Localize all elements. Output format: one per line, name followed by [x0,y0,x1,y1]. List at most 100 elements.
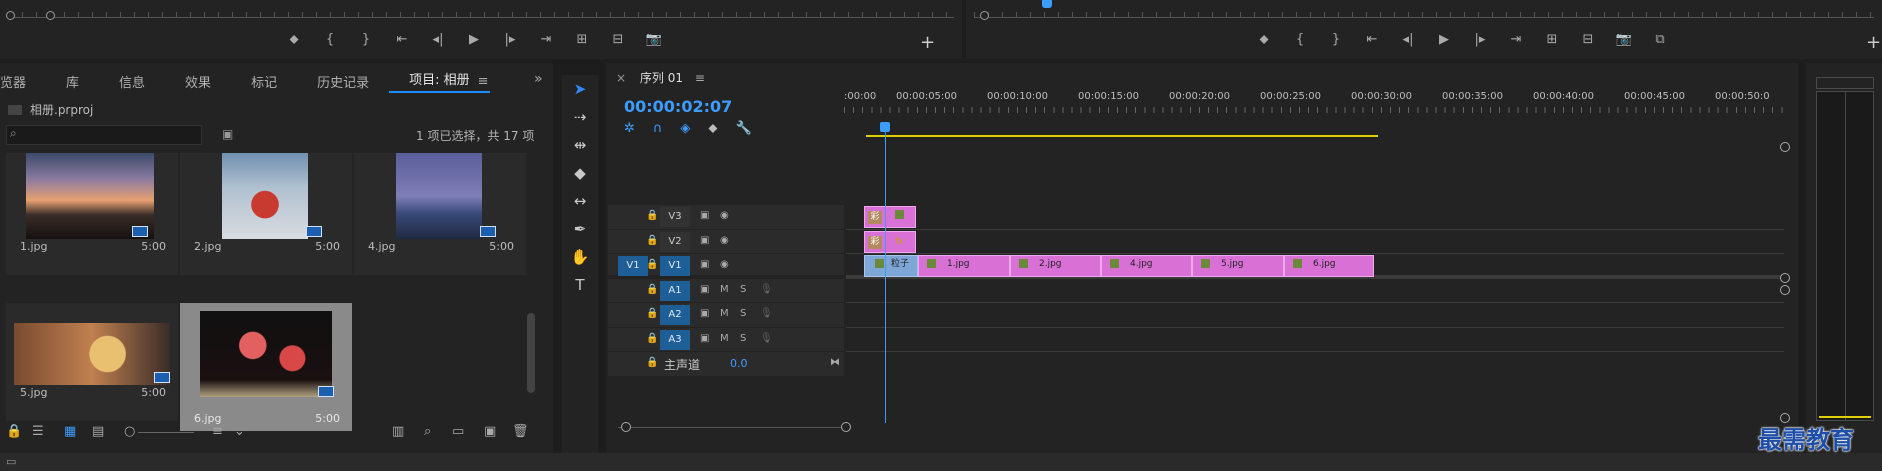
sync-lock-icon[interactable]: ▣ [700,333,709,344]
video-scroll-handle[interactable] [1780,142,1790,152]
tab-effects[interactable]: 效果 [165,72,231,91]
linked-selection-icon[interactable]: ◈ [680,121,690,136]
sync-lock-icon[interactable]: ▣ [700,210,709,221]
automate-to-sequence-icon[interactable]: ▥ [392,424,404,439]
sort-icon[interactable]: ≡ [212,424,223,439]
program-scrub-bar[interactable] [974,10,1874,18]
clip-v1-4jpg[interactable]: 4.jpg [1101,255,1192,277]
zoom-slider-track[interactable] [138,432,194,433]
go-to-out-icon[interactable]: ⇥ [1498,32,1534,47]
video-scroll-handle-bottom[interactable] [1780,273,1790,283]
track-name[interactable]: A1 [660,280,690,301]
add-marker-icon[interactable]: ⬥ [276,32,312,47]
mute-button[interactable]: M [720,308,729,319]
tab-media-browser[interactable]: 览器 [0,72,46,91]
type-tool-icon[interactable]: T [562,271,598,299]
eye-icon[interactable]: ◉ [720,210,729,221]
find-icon[interactable]: ⌕ [424,424,431,439]
step-back-icon[interactable]: ◂| [1390,32,1426,47]
track-select-tool-icon[interactable]: ⇢ [562,103,598,131]
mark-out-icon[interactable]: } [348,32,384,47]
source-in-handle[interactable] [6,11,15,20]
clip-v3[interactable]: 彩 [864,206,916,228]
track-name[interactable]: A3 [660,329,690,350]
time-ruler[interactable]: :00:00 00:00:05:00 00:00:10:00 00:00:15:… [844,91,1784,115]
step-forward-icon[interactable]: |▸ [1462,32,1498,47]
lift-icon[interactable]: ⊞ [1534,32,1570,47]
work-area-bar[interactable] [866,135,1378,137]
clip-v1-1jpg[interactable]: 1.jpg [918,255,1010,277]
solo-button[interactable]: S [740,308,746,319]
overwrite-icon[interactable]: ⊟ [600,32,636,47]
media-item[interactable]: 5.jpg 5:00 [6,303,178,421]
zoom-left-handle[interactable] [621,422,631,432]
tab-markers[interactable]: 标记 [231,72,297,91]
lock-icon[interactable]: 🔒 [646,235,658,246]
new-search-bin-icon[interactable]: ▣ [222,127,233,141]
panel-overflow-icon[interactable]: » [534,71,543,87]
media-item[interactable]: 1.jpg 5:00 [6,153,178,275]
media-item[interactable]: 4.jpg 5:00 [354,153,526,275]
hand-tool-icon[interactable]: ✋ [562,243,598,271]
program-add-button[interactable]: + [1866,32,1881,53]
close-tab-icon[interactable]: × [616,71,626,85]
play-icon[interactable]: ▶ [456,32,492,47]
solo-button[interactable]: S [740,333,746,344]
eye-icon[interactable]: ◉ [720,259,729,270]
mic-icon[interactable]: 🎙 [760,284,773,295]
playhead-timecode[interactable]: 00:00:02:07 [624,97,732,116]
add-marker-icon[interactable]: ⬥ [708,121,717,136]
sync-lock-icon[interactable]: ▣ [700,308,709,319]
zoom-slider-handle[interactable]: ○ [124,424,135,439]
program-handle[interactable] [980,11,989,20]
step-forward-icon[interactable]: |▸ [492,32,528,47]
lock-icon[interactable]: 🔒 [646,357,658,368]
media-item-selected[interactable]: 6.jpg 5:00 [180,303,352,431]
export-frame-icon[interactable]: 📷 [636,32,672,47]
clip-v1-2jpg[interactable]: 2.jpg [1010,255,1101,277]
step-back-icon[interactable]: ◂| [420,32,456,47]
track-name[interactable]: V3 [660,207,690,227]
sync-lock-icon[interactable]: ▣ [700,284,709,295]
sync-lock-icon[interactable]: ▣ [700,235,709,246]
track-name[interactable]: A2 [660,305,690,325]
program-playhead[interactable] [1042,0,1052,8]
mic-icon[interactable]: 🎙 [760,308,773,319]
selection-tool-icon[interactable]: ➤ [562,75,598,103]
track-name[interactable]: V1 [660,256,690,276]
go-to-in-icon[interactable]: ⇤ [1354,32,1390,47]
zoom-right-handle[interactable] [841,422,851,432]
sort-dropdown-icon[interactable]: ⌄ [234,424,245,439]
clip-v1-6jpg[interactable]: 6.jpg [1284,255,1374,277]
compare-view-icon[interactable]: ⧉ [1642,32,1678,47]
snap-icon[interactable]: ∩ [653,121,663,136]
slip-tool-icon[interactable]: ↔ [562,187,598,215]
go-to-in-icon[interactable]: ⇤ [384,32,420,47]
source-patch-v1[interactable]: V1 [618,256,648,276]
lock-icon[interactable]: 🔒 [646,284,658,295]
timeline-zoom-scrollbar[interactable] [618,427,844,428]
mic-icon[interactable]: 🎙 [760,333,773,344]
go-to-end-icon[interactable]: ⧓ [830,357,840,368]
source-scrub-bar[interactable] [8,10,954,18]
tab-menu-icon[interactable]: ≡ [695,71,705,85]
project-scrollbar[interactable] [527,313,535,393]
export-frame-icon[interactable]: 📷 [1606,32,1642,47]
sync-lock-icon[interactable]: ▣ [700,259,709,270]
razor-tool-icon[interactable]: ◆ [562,159,598,187]
lock-icon[interactable]: 🔒 [646,308,658,319]
list-view-icon[interactable]: ☰ [32,424,44,439]
media-item[interactable]: 2.jpg 5:00 [180,153,352,275]
mark-in-icon[interactable]: { [1282,32,1318,47]
tab-info[interactable]: 信息 [99,72,165,91]
search-input[interactable]: ⌕ [6,125,202,145]
ripple-edit-tool-icon[interactable]: ⇹ [562,131,598,159]
track-name[interactable]: V2 [660,231,690,252]
tab-menu-icon[interactable]: ≡ [478,74,489,89]
play-icon[interactable]: ▶ [1426,32,1462,47]
pen-tool-icon[interactable]: ✒ [562,215,598,243]
tab-sequence[interactable]: × 序列 01 ≡ [616,69,705,86]
insert-icon[interactable]: ⊞ [564,32,600,47]
solo-button[interactable]: S [740,284,746,295]
add-marker-icon[interactable]: ⬥ [1246,32,1282,47]
